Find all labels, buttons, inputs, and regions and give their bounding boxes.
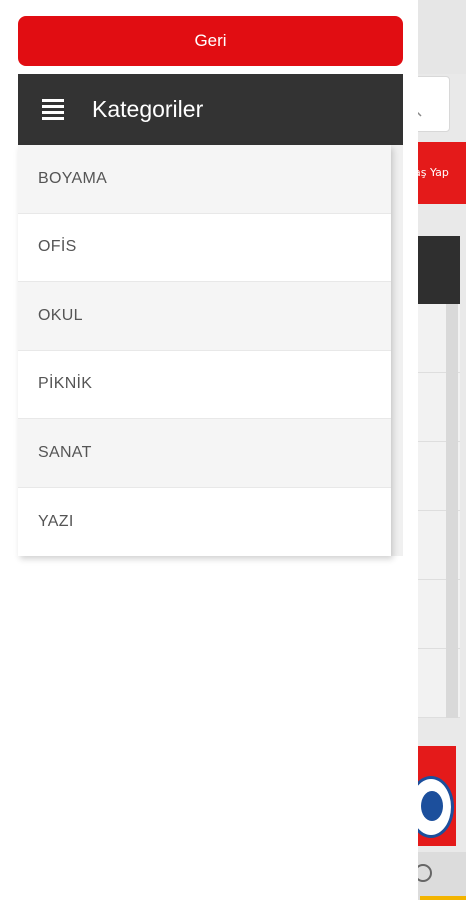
- hamburger-menu-icon: [42, 98, 64, 121]
- categories-header: Kategoriler: [18, 74, 403, 145]
- list-side-shadow: [391, 145, 403, 556]
- category-item-yazi[interactable]: YAZI: [18, 488, 391, 557]
- category-item-okul[interactable]: OKUL: [18, 282, 391, 351]
- category-item-sanat[interactable]: SANAT: [18, 419, 391, 488]
- underlying-top-strip: [418, 0, 466, 74]
- footer-accent-bar: [420, 896, 466, 900]
- category-item-piknik[interactable]: PİKNİK: [18, 351, 391, 419]
- categories-title: Kategoriler: [92, 96, 204, 122]
- back-button[interactable]: Geri: [18, 16, 403, 66]
- category-drawer: Geri Kategoriler BOYAMA OFİS OKUL PİKNİK…: [0, 0, 418, 900]
- underlying-scrollbar: [446, 304, 458, 718]
- category-list: BOYAMA OFİS OKUL PİKNİK SANAT YAZI: [18, 145, 391, 556]
- category-item-ofis[interactable]: OFİS: [18, 214, 391, 282]
- category-item-boyama[interactable]: BOYAMA: [18, 145, 391, 214]
